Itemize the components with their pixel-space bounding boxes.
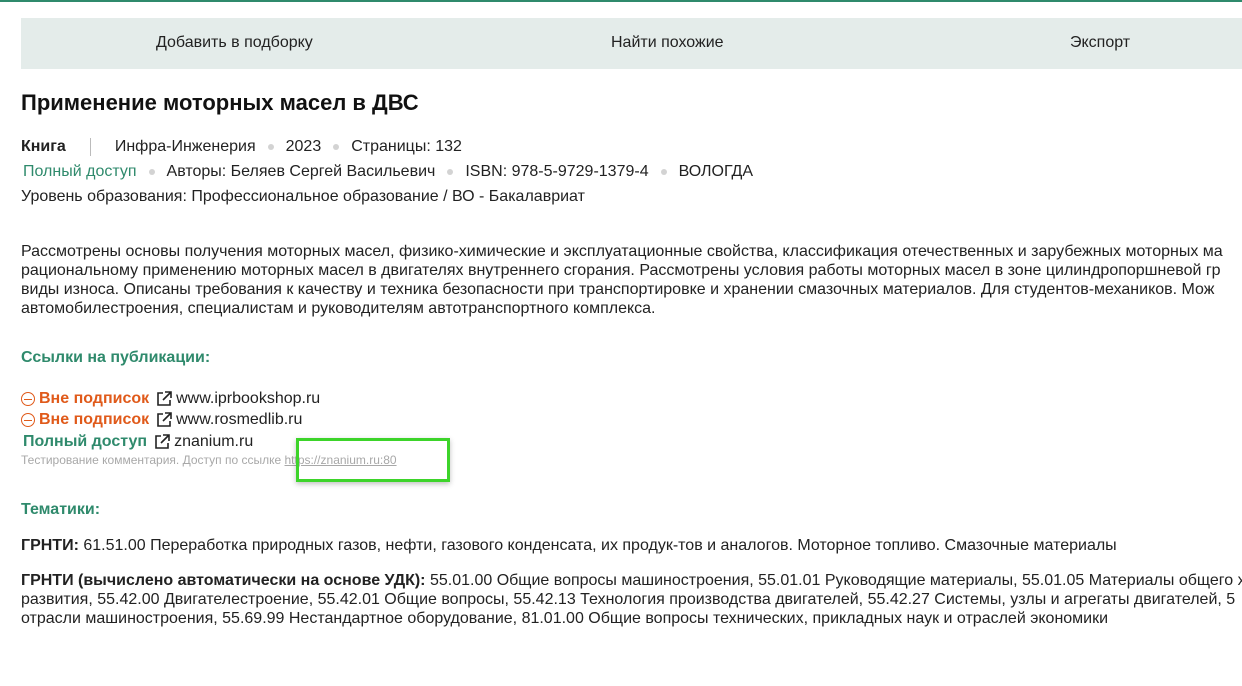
external-link-icon[interactable] — [153, 433, 171, 451]
grnti-auto-topics: ГРНТИ (вычислено автоматически на основе… — [21, 571, 1242, 628]
publications-heading: Ссылки на публикации: — [21, 349, 211, 366]
publication-site-link[interactable]: www.iprbookshop.ru — [176, 390, 320, 408]
minus-circle-icon — [21, 413, 35, 427]
publication-link-row: Вне подписок www.rosmedlib.ru — [21, 411, 302, 429]
page-title: Применение моторных масел в ДВС — [21, 90, 419, 115]
education-level: Уровень образования: Профессиональное об… — [21, 188, 585, 205]
external-link-icon[interactable] — [155, 390, 173, 408]
book-meta-row-3: Уровень образования: Профессиональное об… — [21, 188, 585, 206]
publication-site-link[interactable]: znanium.ru — [174, 433, 253, 451]
separator-dot — [447, 169, 454, 175]
publication-link-row: Вне подписок www.iprbookshop.ru — [21, 390, 320, 408]
publication-status: Вне подписок — [39, 390, 150, 407]
book-city: ВОЛОГДА — [678, 163, 754, 180]
book-pages: Страницы: 132 — [351, 138, 462, 155]
export-button[interactable]: Экспорт — [1070, 34, 1130, 52]
book-type: Книга — [21, 138, 66, 155]
book-meta-row-1: Книга Инфра-Инженерия 2023 Страницы: 132 — [21, 138, 462, 156]
description-line: Рассмотрены основы получения моторных ма… — [21, 243, 1223, 260]
description-line: виды износа. Описаны требования к качест… — [21, 281, 1215, 298]
publication-status: Полный доступ — [23, 433, 148, 450]
book-isbn: ISBN: 978-5-9729-1379-4 — [465, 163, 649, 180]
separator-dot — [148, 169, 155, 175]
description-line: автомобилестроения, специалистам и руков… — [21, 300, 656, 317]
find-similar-button[interactable]: Найти похожие — [611, 34, 724, 52]
grnti-auto-value: 55.01.00 Общие вопросы машиностроения, 5… — [429, 572, 1242, 589]
grnti-auto-label: ГРНТИ (вычислено автоматически на основе… — [21, 572, 426, 589]
top-accent-line — [0, 0, 1242, 2]
topics-heading: Тематики: — [21, 501, 101, 518]
grnti-topics: ГРНТИ: 61.51.00 Переработка природных га… — [21, 536, 1242, 555]
book-authors[interactable]: Авторы: Беляев Сергей Васильевич — [167, 163, 436, 181]
action-toolbar: Добавить в подборку Найти похожие Экспор… — [21, 18, 1242, 69]
book-publisher[interactable]: Инфра-Инженерия — [115, 138, 256, 156]
separator-dot — [660, 169, 667, 175]
external-link-icon[interactable] — [155, 411, 173, 429]
book-year: 2023 — [285, 138, 322, 155]
add-to-collection-button[interactable]: Добавить в подборку — [156, 34, 313, 52]
description-line: рациональному применению моторных масел … — [21, 262, 1221, 279]
access-badge: Полный доступ — [23, 163, 137, 180]
highlight-box — [296, 438, 450, 482]
book-meta-row-2: Полный доступ Авторы: Беляев Сергей Васи… — [21, 163, 753, 181]
grnti-value: 61.51.00 Переработка природных газов, не… — [83, 537, 1117, 554]
grnti-auto-value: отрасли машиностроения, 55.69.99 Нестанд… — [21, 610, 1109, 627]
comment-text: Тестирование комментария. Доступ по ссыл… — [21, 453, 282, 467]
book-description: Рассмотрены основы получения моторных ма… — [21, 242, 1242, 318]
grnti-auto-value: развития, 55.42.00 Двигателестроение, 55… — [21, 591, 1236, 608]
publication-status: Вне подписок — [39, 411, 150, 428]
publication-site-link[interactable]: www.rosmedlib.ru — [176, 411, 302, 429]
separator-dot — [267, 144, 274, 150]
divider — [89, 138, 91, 156]
minus-circle-icon — [21, 392, 35, 406]
separator-dot — [333, 144, 340, 150]
publication-link-row: Полный доступ znanium.ru — [21, 433, 253, 451]
grnti-label: ГРНТИ: — [21, 537, 79, 554]
